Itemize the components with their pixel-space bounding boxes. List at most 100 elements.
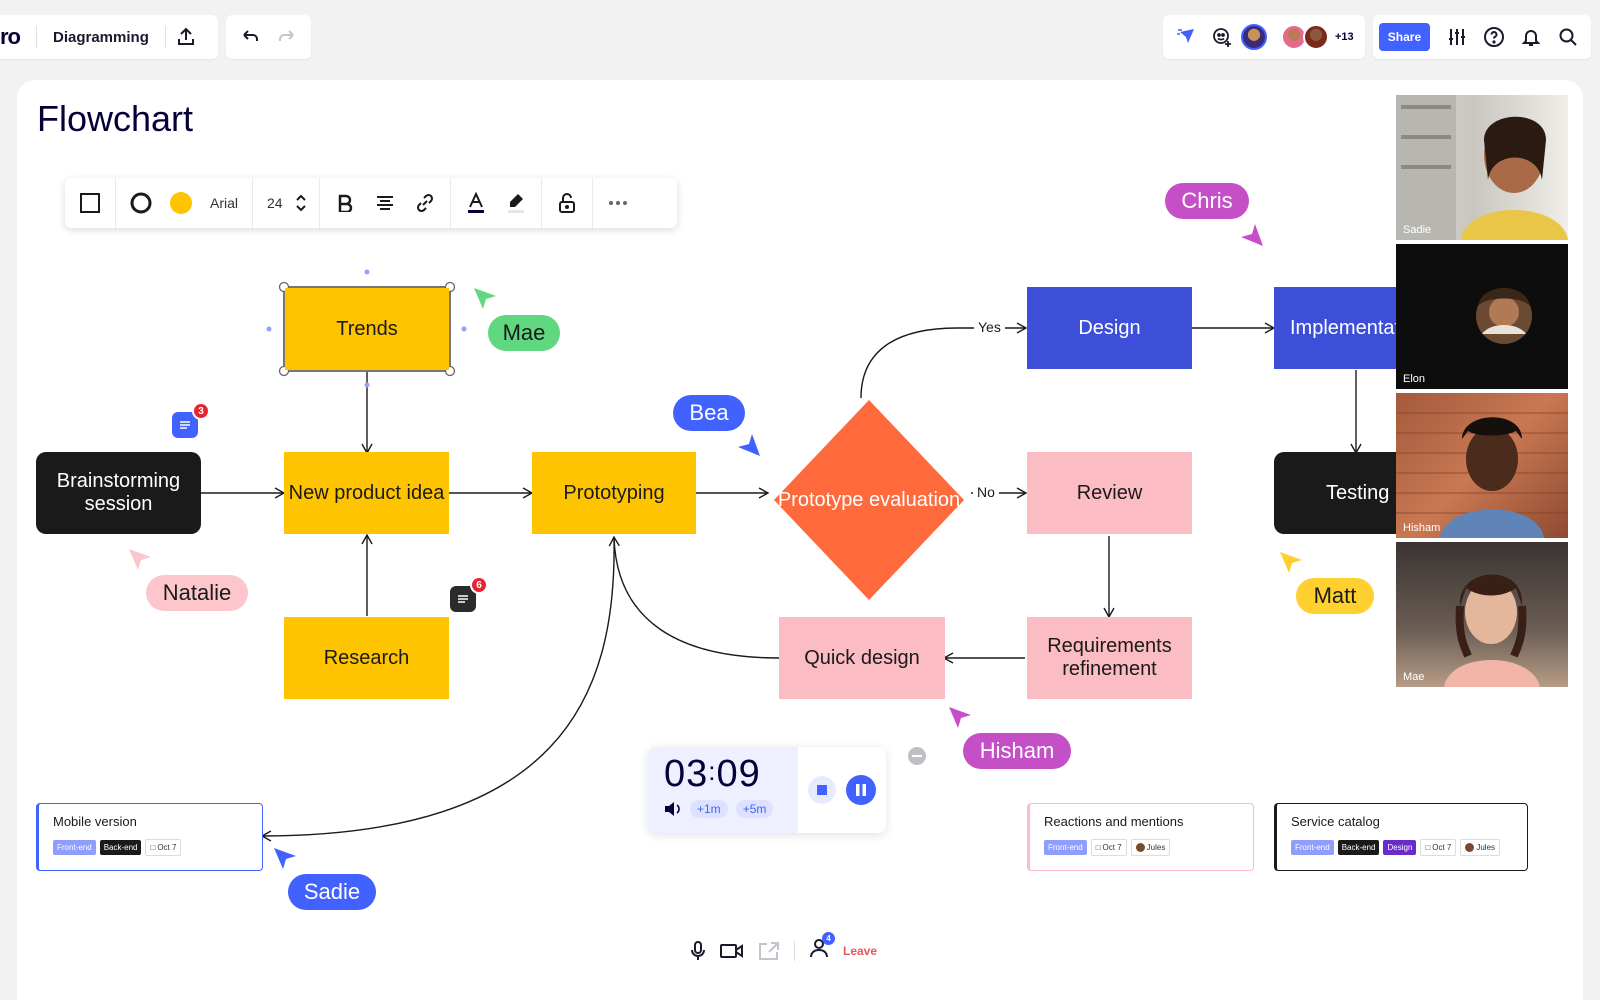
cursor-label-hisham: Hisham bbox=[963, 733, 1071, 769]
export-button[interactable] bbox=[166, 17, 206, 57]
comment-count-badge: 6 bbox=[470, 576, 488, 594]
upload-icon bbox=[177, 27, 194, 45]
settings-button[interactable] bbox=[1440, 17, 1473, 57]
redo-button[interactable] bbox=[269, 17, 306, 57]
video-participant-name: Elon bbox=[1403, 373, 1426, 385]
participants-button[interactable]: 4 bbox=[809, 932, 835, 963]
cursor-arrow-matt bbox=[1280, 552, 1302, 573]
history-toolbar bbox=[226, 15, 311, 59]
card-service-catalog[interactable]: Service catalog Front-end Back-end Desig… bbox=[1274, 803, 1528, 871]
video-tile-sadie[interactable]: Sadie bbox=[1396, 95, 1568, 240]
comment-icon bbox=[458, 595, 468, 603]
card-tags: Front-end □ Oct 7 Jules bbox=[1044, 839, 1239, 856]
node-requirements-refinement[interactable]: Requirements refinement bbox=[1027, 617, 1192, 699]
cursor-label-natalie: Natalie bbox=[146, 575, 248, 611]
node-trends[interactable]: Trends bbox=[285, 288, 449, 370]
cursor-arrow-natalie bbox=[129, 549, 151, 570]
cursor-arrow-bea bbox=[738, 434, 760, 456]
cursor-arrow-chris bbox=[1241, 224, 1263, 246]
cursor-arrow-sadie bbox=[274, 848, 296, 869]
tag-front-end: Front-end bbox=[53, 840, 96, 855]
timer-controls-row: +1m +5m bbox=[664, 800, 782, 818]
timer-actions bbox=[798, 747, 886, 833]
leave-call-button[interactable]: Leave bbox=[843, 944, 877, 958]
board-canvas[interactable]: Flowchart Arial 24 Trends Brainstorming … bbox=[17, 80, 1583, 1000]
undo-button[interactable] bbox=[232, 17, 269, 57]
node-prototyping[interactable]: Prototyping bbox=[532, 452, 696, 534]
add-5-minutes-button[interactable]: +5m bbox=[735, 800, 774, 818]
search-button[interactable] bbox=[1552, 17, 1585, 57]
card-reactions-and-mentions[interactable]: Reactions and mentions Front-end □ Oct 7 … bbox=[1027, 803, 1254, 871]
card-due-date: □ Oct 7 bbox=[1090, 839, 1127, 856]
node-quick-design[interactable]: Quick design bbox=[779, 617, 945, 699]
share-button[interactable]: Share bbox=[1379, 23, 1430, 51]
avatar bbox=[1135, 843, 1145, 852]
node-prototype-evaluation[interactable]: Prototype evaluation bbox=[769, 400, 969, 600]
pause-icon bbox=[856, 784, 866, 796]
card-title: Service catalog bbox=[1291, 814, 1380, 829]
tag-front-end: Front-end bbox=[1044, 840, 1087, 855]
board-name[interactable]: Diagramming bbox=[37, 29, 165, 46]
card-date-text: Oct 7 bbox=[157, 843, 177, 852]
more-collaborators-count[interactable]: +13 bbox=[1335, 31, 1354, 43]
video-tile-elon[interactable]: Elon bbox=[1396, 244, 1568, 389]
follow-button[interactable] bbox=[1171, 17, 1203, 57]
microphone-icon[interactable] bbox=[690, 940, 706, 962]
notifications-button[interactable] bbox=[1514, 17, 1547, 57]
card-tags: Front-end Back-end □ Oct 7 bbox=[53, 839, 248, 856]
calendar-icon: □ bbox=[1425, 843, 1431, 852]
timer-seconds: 09 bbox=[716, 753, 761, 795]
card-mobile-version[interactable]: Mobile version Front-end Back-end □ Oct 7 bbox=[36, 803, 263, 871]
card-assignee-name: Jules bbox=[1146, 843, 1166, 852]
screen-share-icon[interactable] bbox=[758, 941, 780, 961]
participants-count-badge: 4 bbox=[822, 932, 835, 945]
card-assignee: Jules bbox=[1130, 839, 1171, 856]
node-research[interactable]: Research bbox=[284, 617, 449, 699]
help-button[interactable] bbox=[1477, 17, 1510, 57]
minimize-timer-button[interactable] bbox=[908, 747, 926, 765]
card-assignee: Jules bbox=[1460, 839, 1501, 856]
tag-front-end: Front-end bbox=[1291, 840, 1334, 855]
video-participant-name: Mae bbox=[1403, 671, 1425, 683]
undo-icon bbox=[243, 30, 259, 41]
card-title: Mobile version bbox=[53, 814, 137, 829]
card-title: Reactions and mentions bbox=[1044, 814, 1184, 829]
avatar[interactable] bbox=[1241, 24, 1267, 50]
tag-back-end: Back-end bbox=[1337, 840, 1380, 855]
video-tile-hisham[interactable]: Hisham bbox=[1396, 393, 1568, 538]
comment-count-badge: 3 bbox=[192, 402, 210, 420]
top-right-toolbar: Share bbox=[1373, 15, 1591, 59]
card-due-date: □ Oct 7 bbox=[145, 839, 182, 856]
node-review[interactable]: Review bbox=[1027, 452, 1192, 534]
cursor-arrow-hisham bbox=[949, 707, 971, 728]
invite-button[interactable] bbox=[1207, 17, 1237, 57]
avatar[interactable] bbox=[1303, 24, 1329, 50]
stop-button[interactable] bbox=[808, 776, 836, 804]
bell-icon bbox=[1521, 30, 1541, 46]
add-1-minute-button[interactable]: +1m bbox=[690, 800, 728, 818]
stop-icon bbox=[817, 785, 827, 795]
node-brainstorming-session[interactable]: Brainstorming session bbox=[36, 452, 201, 534]
node-new-product-idea[interactable]: New product idea bbox=[284, 452, 449, 534]
comment-thread[interactable]: 3 bbox=[172, 402, 210, 438]
app-logo[interactable]: ro bbox=[0, 24, 36, 50]
edge-label-yes: Yes bbox=[974, 319, 1005, 335]
timer-colon: : bbox=[708, 756, 717, 786]
video-participant-name: Sadie bbox=[1403, 224, 1432, 236]
timer-display: 03:09 +1m +5m bbox=[648, 747, 798, 833]
node-design[interactable]: Design bbox=[1027, 287, 1192, 369]
camera-icon[interactable] bbox=[720, 942, 744, 960]
search-icon bbox=[1559, 28, 1578, 46]
collaborators-bar: +13 bbox=[1163, 15, 1365, 59]
card-due-date: □ Oct 7 bbox=[1420, 839, 1457, 856]
timer-minutes: 03 bbox=[664, 753, 709, 795]
calendar-icon: □ bbox=[150, 843, 156, 852]
video-tile-mae[interactable]: Mae bbox=[1396, 542, 1568, 687]
video-feed bbox=[1444, 574, 1540, 687]
redo-icon bbox=[278, 30, 294, 41]
tag-design: Design bbox=[1383, 840, 1417, 855]
avatar bbox=[1465, 843, 1475, 852]
comment-thread[interactable]: 6 bbox=[450, 576, 488, 612]
volume-icon[interactable] bbox=[664, 801, 682, 817]
pause-button[interactable] bbox=[846, 775, 876, 805]
